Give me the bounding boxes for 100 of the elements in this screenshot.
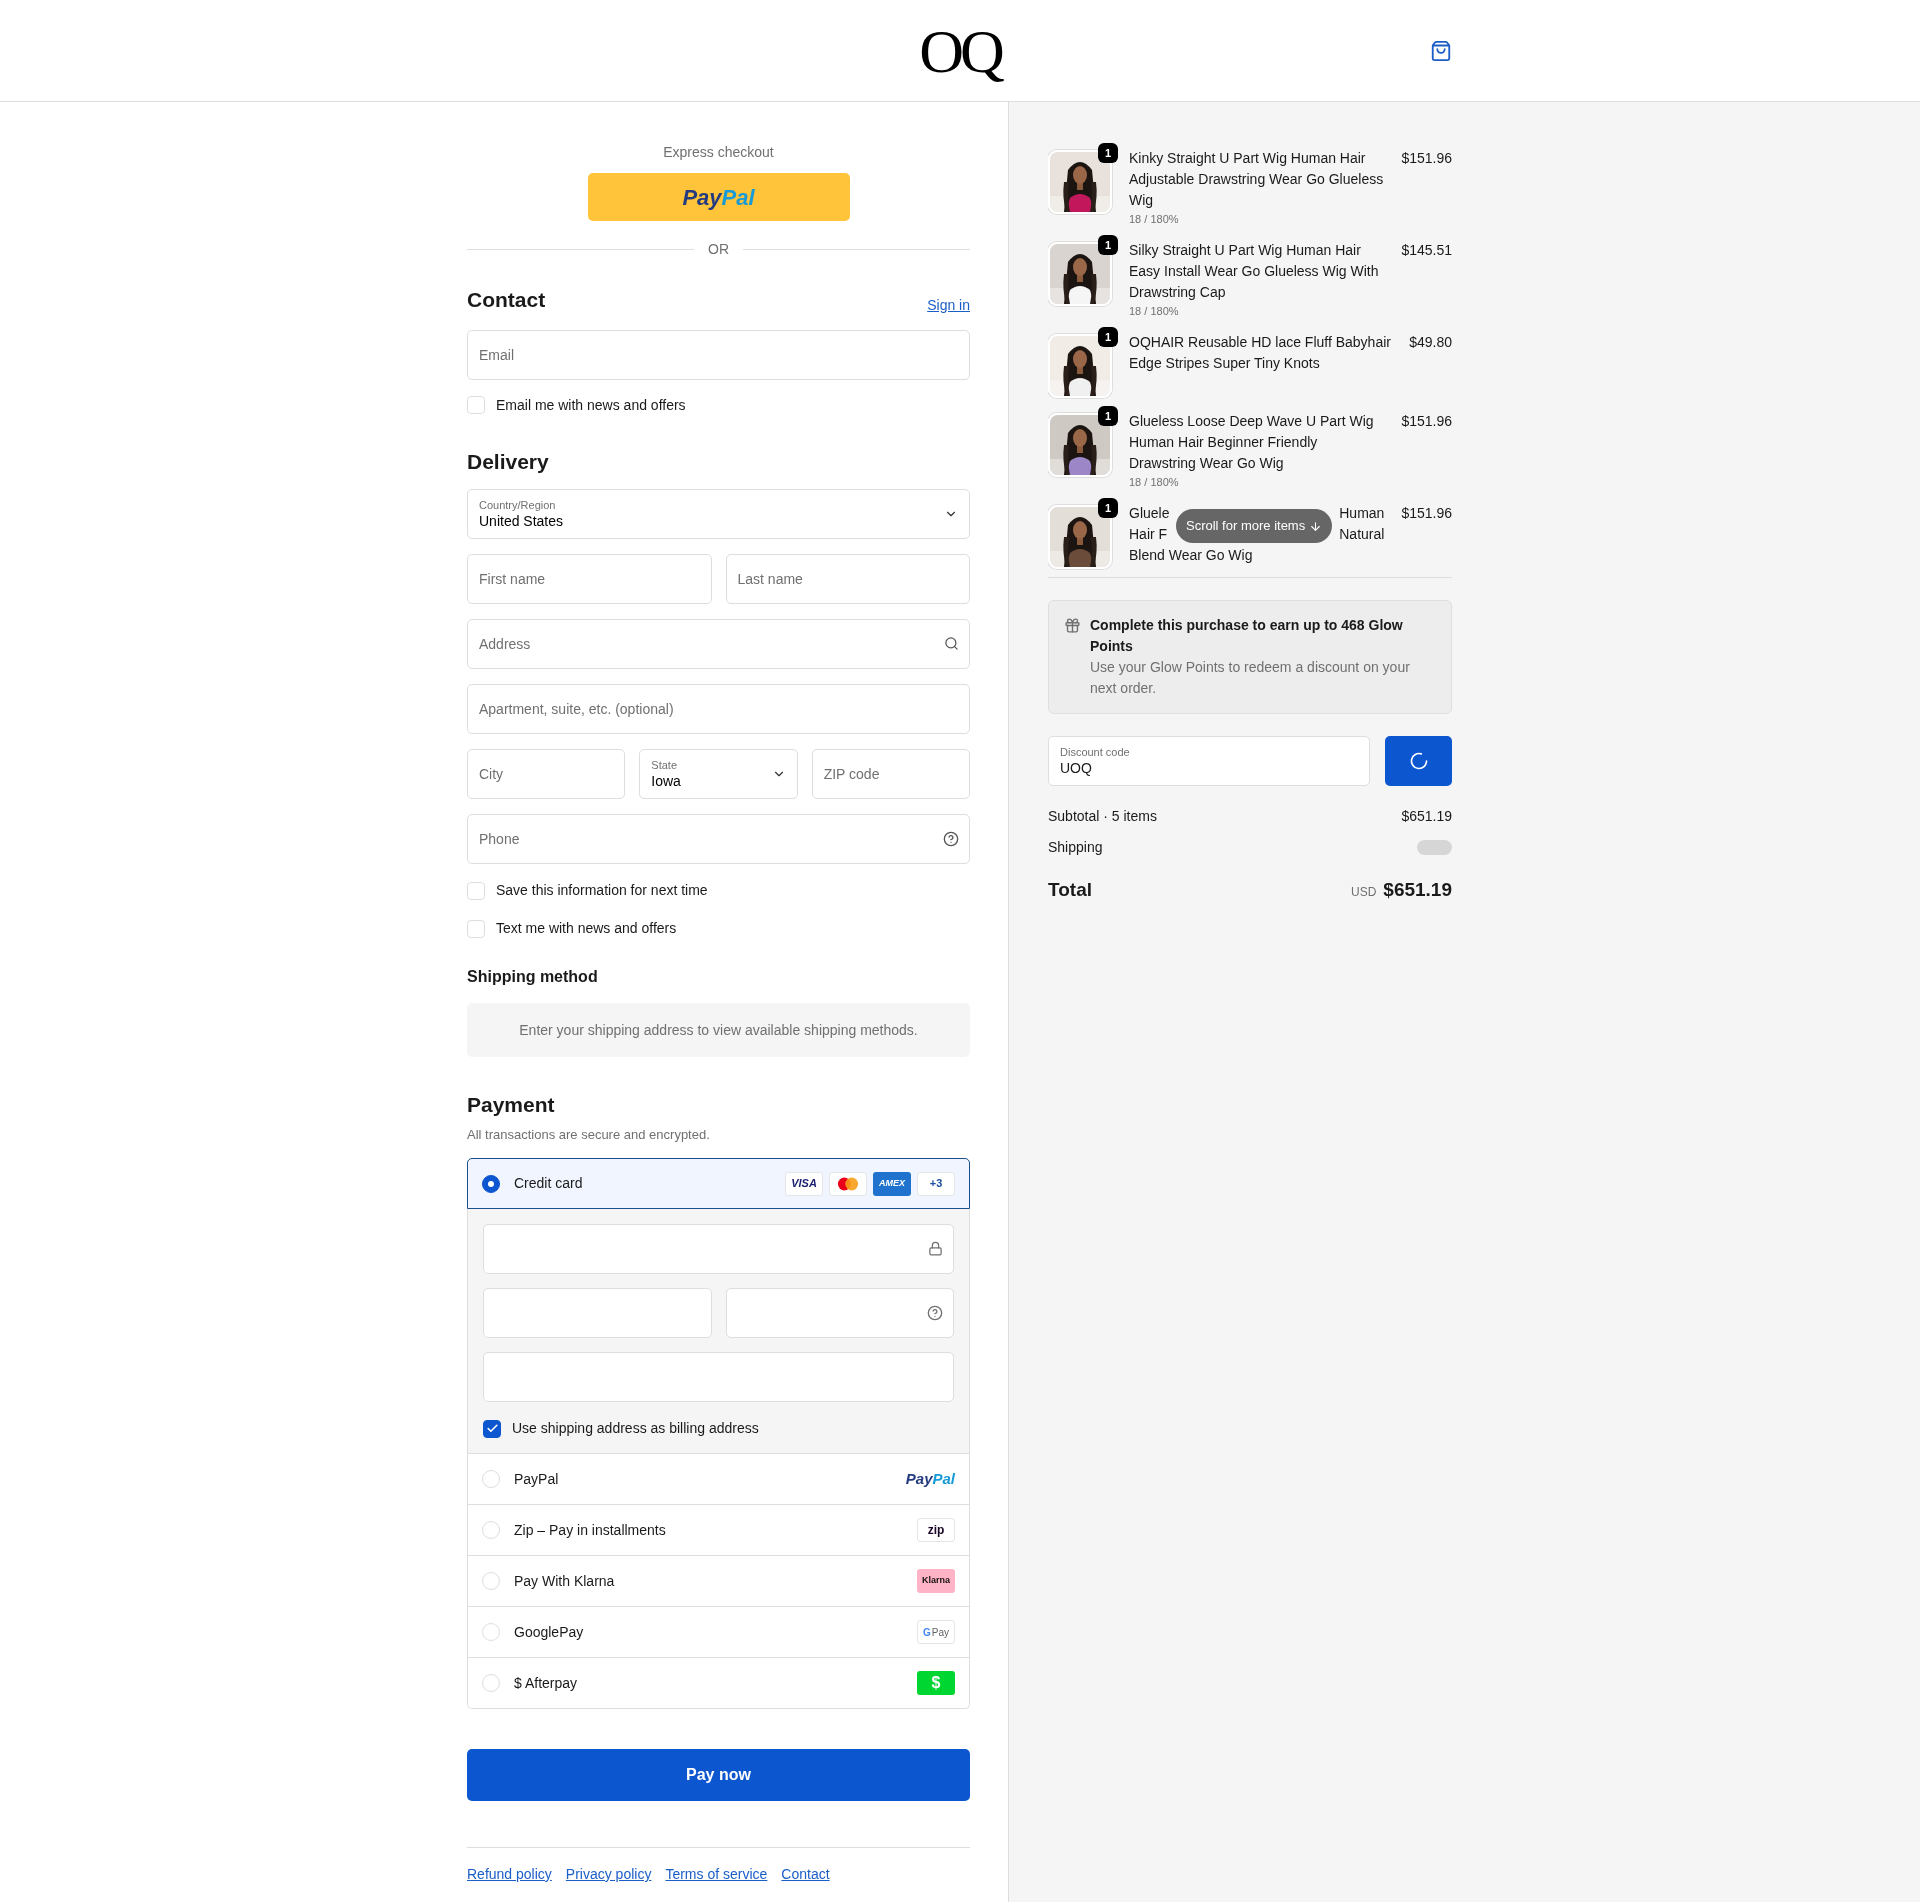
product-variant: 18 / 180% [1129, 212, 1180, 227]
product-title: Kinky Straight U Part Wig Human Hair Adjustable Drawstring Wear Go Glueless Wig [1129, 149, 1385, 210]
amex-logo: AMEX [873, 1171, 911, 1196]
input-field[interactable] [483, 1352, 954, 1402]
total-label: Total [1048, 878, 1092, 902]
search-icon [944, 636, 959, 651]
subtotal-label: Subtotal · 5 items [1048, 807, 1157, 826]
payment-option[interactable]: Zip – Pay in installments zip [467, 1505, 970, 1556]
shipping-notice: Enter your shipping address to view available shipping methods. [467, 1003, 970, 1057]
footer-link[interactable]: Contact [781, 1864, 830, 1885]
pay-now-button[interactable]: Pay now [467, 1749, 970, 1801]
help-icon [943, 831, 959, 847]
input-field[interactable]: First name [467, 554, 712, 604]
scroll-hint-pill[interactable]: Scroll for more items [1176, 509, 1333, 543]
footer-link[interactable]: Terms of service [665, 1864, 768, 1885]
gift-icon [1064, 617, 1081, 634]
checkbox-label: Text me with news and offers [496, 919, 677, 938]
payment-option[interactable]: Credit card VISA AMEX +3 [467, 1158, 970, 1209]
payment-option[interactable]: PayPal PayPal [467, 1454, 970, 1505]
discount-code-field[interactable]: Discount code UOQ [1048, 736, 1370, 786]
payment-option[interactable]: $ Afterpay $ [467, 1658, 970, 1709]
payment-option[interactable]: GooglePay GPay [467, 1607, 970, 1658]
loading-spinner-icon [1408, 751, 1429, 771]
product-price: $49.80 [1409, 333, 1452, 352]
rewards-text: Use your Glow Points to redeem a discount on your next order. [1090, 658, 1411, 698]
payment-option-label: GooglePay [514, 1622, 585, 1642]
input-field[interactable]: ZIP code [811, 749, 970, 799]
visa-logo: VISA [785, 1171, 823, 1196]
payment-option-label: Pay With Klarna [514, 1571, 616, 1591]
help-icon [927, 1305, 943, 1321]
sign-in-link[interactable]: Sign in [927, 294, 970, 316]
klarna-logo: Klarna [917, 1569, 955, 1593]
input-field[interactable]: Phone [467, 814, 970, 864]
select-field[interactable]: Country/Region United States [467, 489, 970, 539]
product-title: Blend Wear Go Wig [1129, 546, 1253, 565]
select-field[interactable]: State Iowa [639, 749, 798, 799]
checkbox-label: Email me with news and offers [496, 395, 686, 415]
quantity-badge: 1 [1098, 406, 1118, 426]
product-title: Hair F [1129, 525, 1168, 544]
section-heading: Contact [467, 287, 546, 313]
input-field[interactable]: Email [467, 329, 970, 380]
checkmark-icon [485, 1422, 499, 1435]
product-title: Natural [1339, 525, 1385, 544]
cash-app-logo: $ [917, 1671, 955, 1695]
checkbox[interactable] [483, 1419, 501, 1438]
footer-link[interactable]: Privacy policy [565, 1864, 652, 1885]
quantity-badge: 1 [1098, 327, 1118, 347]
section-heading: Payment [467, 1092, 556, 1118]
footer-link[interactable]: Refund policy [467, 1864, 552, 1885]
input-field[interactable] [483, 1224, 954, 1274]
radio-button[interactable] [482, 1174, 500, 1193]
loading-placeholder [1417, 840, 1452, 855]
product-price: $151.96 [1401, 504, 1452, 523]
product-title: Glueless Loose Deep Wave U Part Wig Human Hair Beginner Friendly Drawstring Wear Go Wig [1129, 412, 1375, 473]
currency-code: USD [1350, 884, 1377, 901]
payment-option-label: Zip – Pay in installments [514, 1520, 667, 1540]
input-field[interactable]: Apartment, suite, etc. (optional) [467, 684, 970, 734]
product-title: OQHAIR Reusable HD lace Fluff Babyhair Edge Stripes Super Tiny Knots [1129, 333, 1392, 373]
input-field[interactable]: Address [467, 619, 970, 669]
quantity-badge: 1 [1098, 143, 1118, 163]
zip-logo: zip [917, 1518, 955, 1542]
input-field[interactable] [483, 1288, 712, 1338]
or-divider-label: OR [708, 240, 729, 259]
shopping-bag-icon[interactable] [1430, 39, 1452, 62]
product-variant: 18 / 180% [1129, 475, 1180, 490]
payment-option-label: Credit card [514, 1174, 584, 1193]
product-price: $145.51 [1401, 241, 1452, 260]
card-brand-icon [829, 1171, 867, 1196]
product-title: Human [1339, 504, 1385, 523]
checkbox-label: Save this information for next time [496, 881, 708, 900]
payment-option-label: $ Afterpay [514, 1673, 579, 1693]
express-checkout-label: Express checkout [662, 143, 775, 162]
payment-subtitle: All transactions are secure and encrypted. [467, 1125, 711, 1144]
paypal-button[interactable]: PayPal [587, 173, 850, 221]
shipping-label: Shipping [1048, 838, 1103, 857]
more-cards-badge: +3 [917, 1171, 955, 1196]
quantity-badge: 1 [1098, 235, 1118, 255]
google-pay-logo: GPay [917, 1620, 955, 1644]
checkbox-label: Use shipping address as billing address [512, 1419, 759, 1438]
product-price: $151.96 [1401, 412, 1452, 431]
section-heading: Delivery [467, 448, 550, 475]
apply-button[interactable] [1385, 736, 1452, 786]
quantity-badge: 1 [1098, 498, 1118, 518]
arrow-down-icon [1309, 519, 1323, 533]
payment-option-label: PayPal [514, 1469, 560, 1489]
rewards-title: Complete this purchase to earn up to 468 Glow Points [1090, 616, 1404, 656]
input-field[interactable]: City [467, 749, 626, 799]
product-variant: 18 / 180% [1129, 304, 1180, 319]
payment-option[interactable]: Pay With Klarna Klarna [467, 1556, 970, 1607]
section-subheading: Shipping method [467, 967, 599, 987]
paypal-logo: PayPal [905, 1468, 955, 1489]
subtotal-value: $651.19 [1401, 807, 1452, 826]
product-title: Silky Straight U Part Wig Human Hair Easy Install Wear Go Glueless Wig With Drawstring Cap [1129, 241, 1380, 302]
input-field[interactable] [725, 1288, 954, 1338]
total-value: $651.19 [1383, 878, 1452, 902]
input-field[interactable]: Last name [725, 554, 970, 604]
brand-logo[interactable]: OQ [919, 19, 1001, 82]
lock-icon [928, 1241, 943, 1256]
product-price: $151.96 [1401, 149, 1452, 168]
product-title: Gluele [1129, 504, 1170, 523]
